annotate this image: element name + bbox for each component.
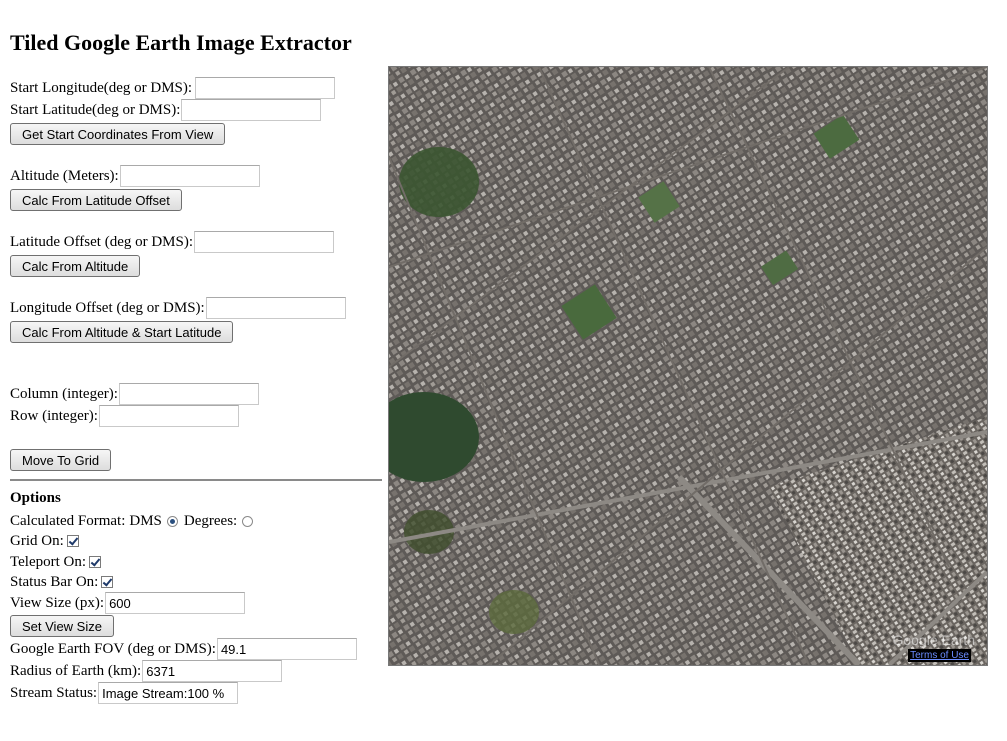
status-bar-on-row: Status Bar On:: [10, 571, 114, 593]
radius-input[interactable]: [142, 660, 283, 682]
calc-from-altitude-start-latitude-button[interactable]: Calc From Altitude & Start Latitude: [10, 321, 234, 343]
teleport-on-label: Teleport On:: [10, 554, 87, 570]
move-to-grid-button[interactable]: Move To Grid: [10, 449, 112, 471]
altitude-row: Altitude (Meters):: [10, 165, 260, 187]
satellite-imagery: [389, 67, 987, 665]
get-start-coordinates-button[interactable]: Get Start Coordinates From View: [10, 123, 226, 145]
calc-from-altitude-button[interactable]: Calc From Altitude: [10, 255, 141, 277]
dms-label: DMS: [129, 513, 162, 529]
start-latitude-row: Start Latitude(deg or DMS):: [10, 99, 322, 121]
calculated-format-row: Calculated Format: DMS Degrees:: [10, 510, 259, 532]
terms-of-use-link[interactable]: Terms of Use: [908, 649, 971, 662]
degrees-label: Degrees:: [183, 513, 238, 529]
options-divider: [10, 479, 382, 481]
start-longitude-input[interactable]: [195, 77, 336, 99]
latitude-offset-row: Latitude Offset (deg or DMS):: [10, 231, 335, 253]
column-label: Column (integer):: [10, 386, 118, 402]
status-bar-on-checkbox[interactable]: [101, 576, 114, 588]
radius-row: Radius of Earth (km):: [10, 660, 283, 682]
radius-label: Radius of Earth (km):: [10, 663, 142, 679]
grid-on-checkbox[interactable]: [66, 535, 79, 547]
latitude-offset-label: Latitude Offset (deg or DMS):: [10, 234, 194, 250]
altitude-input[interactable]: [119, 165, 260, 187]
fov-input[interactable]: [216, 638, 357, 660]
grid-on-row: Grid On:: [10, 530, 79, 552]
stream-status-input[interactable]: [98, 682, 239, 704]
column-input[interactable]: [118, 383, 259, 405]
set-view-size-button[interactable]: Set View Size: [10, 615, 114, 637]
stream-status-label: Stream Status:: [10, 685, 98, 701]
page-title: Tiled Google Earth Image Extractor: [10, 30, 352, 55]
grid-row-row: Row (integer):: [10, 405, 239, 427]
view-size-label: View Size (px):: [10, 595, 105, 611]
calc-from-latitude-offset-button[interactable]: Calc From Latitude Offset: [10, 189, 182, 211]
view-size-input[interactable]: [105, 592, 246, 614]
google-earth-logo: Google Earth: [892, 632, 976, 648]
row-label: Row (integer):: [10, 408, 98, 424]
stream-status-row: Stream Status:: [10, 682, 239, 704]
view-size-row: View Size (px):: [10, 592, 246, 614]
start-latitude-input[interactable]: [181, 99, 322, 121]
teleport-on-row: Teleport On:: [10, 551, 102, 573]
teleport-on-checkbox[interactable]: [89, 556, 102, 568]
degrees-radio[interactable]: [242, 515, 254, 527]
dms-radio[interactable]: [166, 515, 178, 527]
status-bar-on-label: Status Bar On:: [10, 574, 99, 590]
altitude-label: Altitude (Meters):: [10, 168, 119, 184]
column-row: Column (integer):: [10, 383, 259, 405]
longitude-offset-input[interactable]: [205, 297, 346, 319]
longitude-offset-label: Longitude Offset (deg or DMS):: [10, 300, 205, 316]
row-input[interactable]: [98, 405, 239, 427]
calculated-format-label: Calculated Format:: [10, 513, 126, 529]
options-heading: Options: [10, 490, 61, 506]
google-earth-view[interactable]: Google Earth Terms of Use: [388, 66, 988, 666]
start-latitude-label: Start Latitude(deg or DMS):: [10, 102, 181, 118]
start-longitude-row: Start Longitude(deg or DMS):: [10, 77, 336, 99]
start-longitude-label: Start Longitude(deg or DMS):: [10, 80, 193, 96]
grid-on-label: Grid On:: [10, 533, 64, 549]
longitude-offset-row: Longitude Offset (deg or DMS):: [10, 297, 346, 319]
latitude-offset-input[interactable]: [194, 231, 335, 253]
fov-label: Google Earth FOV (deg or DMS):: [10, 641, 216, 657]
fov-row: Google Earth FOV (deg or DMS):: [10, 638, 357, 660]
